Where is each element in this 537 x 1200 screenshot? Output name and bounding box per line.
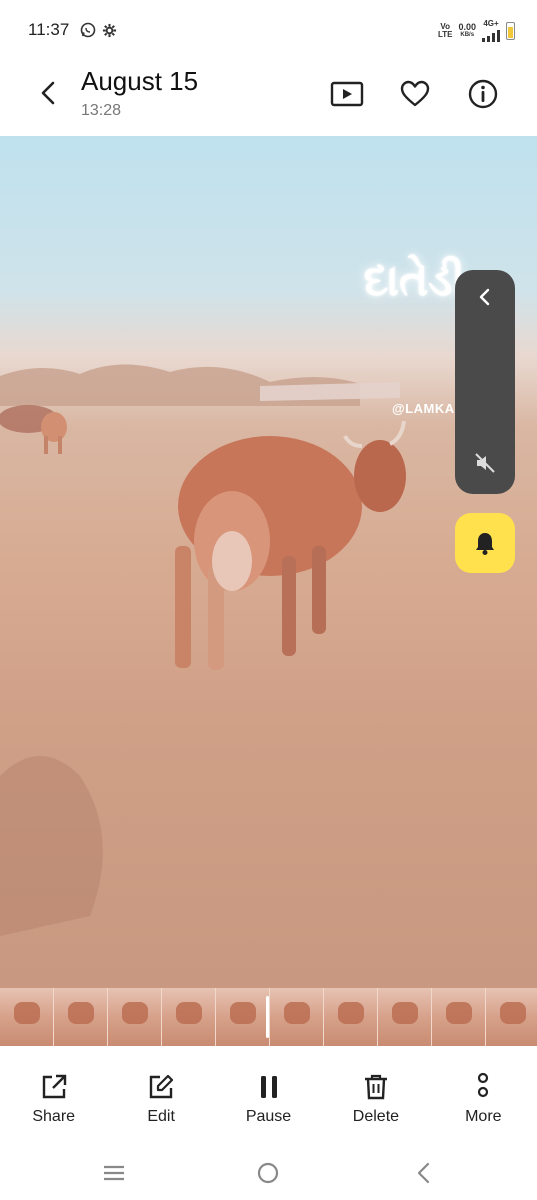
network-speed: 0.00 KB/s bbox=[458, 23, 476, 39]
filmstrip-frame bbox=[162, 988, 216, 1046]
video-watermark: @LAMKA. bbox=[392, 401, 459, 416]
filmstrip-frame bbox=[486, 988, 537, 1046]
slideshow-icon bbox=[330, 81, 364, 107]
home-icon bbox=[257, 1162, 279, 1184]
filmstrip-frame bbox=[0, 988, 54, 1046]
share-label: Share bbox=[32, 1108, 76, 1125]
pause-button[interactable]: Pause bbox=[215, 1046, 322, 1144]
favorite-button[interactable] bbox=[397, 76, 433, 112]
speed-unit: KB/s bbox=[460, 32, 475, 38]
pause-label: Pause bbox=[245, 1108, 292, 1125]
network-type: Vo LTE bbox=[438, 23, 453, 39]
cellular-indicator: 4G+ bbox=[482, 20, 500, 42]
recent-apps-button[interactable] bbox=[99, 1158, 129, 1188]
menu-icon bbox=[104, 1165, 124, 1181]
edit-label: Edit bbox=[147, 1108, 175, 1125]
photo-time-subtitle: 13:28 bbox=[81, 102, 122, 119]
status-left-icons bbox=[80, 22, 117, 43]
status-bar: 11:37 Vo LTE 0.00 KB/s 4G+ bbox=[0, 0, 537, 60]
battery-icon bbox=[506, 22, 515, 40]
network-bottom: LTE bbox=[437, 30, 453, 39]
delete-label: Delete bbox=[352, 1108, 400, 1125]
info-button[interactable] bbox=[465, 76, 501, 112]
more-button[interactable]: More bbox=[430, 1046, 537, 1144]
cellular-label: 4G+ bbox=[483, 19, 499, 28]
home-button[interactable] bbox=[253, 1158, 283, 1188]
back-icon bbox=[41, 81, 55, 105]
playback-scrubber[interactable] bbox=[266, 996, 269, 1038]
pause-icon bbox=[254, 1072, 284, 1102]
info-icon bbox=[468, 79, 498, 109]
more-icon bbox=[468, 1072, 498, 1102]
share-icon bbox=[39, 1072, 69, 1102]
more-label: More bbox=[465, 1108, 502, 1125]
filmstrip-frame bbox=[432, 988, 486, 1046]
status-time: 11:37 bbox=[28, 20, 70, 39]
speed-value: 0.00 bbox=[458, 22, 476, 32]
share-button[interactable]: Share bbox=[0, 1046, 107, 1144]
edit-button[interactable]: Edit bbox=[107, 1046, 214, 1144]
floating-side-panel bbox=[455, 270, 515, 494]
settings-gear-icon bbox=[102, 23, 117, 43]
mute-icon bbox=[475, 453, 495, 473]
photo-date-title: August 15 bbox=[81, 66, 199, 96]
back-button[interactable] bbox=[34, 78, 64, 108]
bottom-action-bar: Share Edit Pause Delete More bbox=[0, 1046, 537, 1144]
delete-icon bbox=[361, 1072, 391, 1102]
collapse-panel-button[interactable] bbox=[455, 272, 515, 322]
video-overlay-text: દાતેડી bbox=[363, 256, 465, 305]
signal-icon bbox=[482, 28, 500, 42]
system-back-button[interactable] bbox=[409, 1158, 439, 1188]
filmstrip-frame bbox=[324, 988, 378, 1046]
favorite-icon bbox=[400, 80, 430, 107]
whatsapp-icon bbox=[80, 22, 96, 43]
filmstrip-frame bbox=[378, 988, 432, 1046]
filmstrip-frame bbox=[216, 988, 270, 1046]
delete-button[interactable]: Delete bbox=[322, 1046, 429, 1144]
collapse-icon bbox=[479, 288, 490, 306]
notification-bell-button[interactable] bbox=[455, 513, 515, 573]
filmstrip-frame bbox=[54, 988, 108, 1046]
filmstrip-frame bbox=[270, 988, 324, 1046]
filmstrip-frame bbox=[108, 988, 162, 1046]
bell-icon bbox=[476, 533, 494, 555]
system-nav-bar bbox=[0, 1144, 537, 1200]
mute-button[interactable] bbox=[455, 438, 515, 488]
status-right-icons: Vo LTE 0.00 KB/s 4G+ bbox=[438, 20, 515, 42]
slideshow-button[interactable] bbox=[329, 76, 365, 112]
viewer-header: August 15 13:28 bbox=[0, 60, 537, 136]
edit-icon bbox=[146, 1072, 176, 1102]
back-nav-icon bbox=[417, 1162, 430, 1184]
